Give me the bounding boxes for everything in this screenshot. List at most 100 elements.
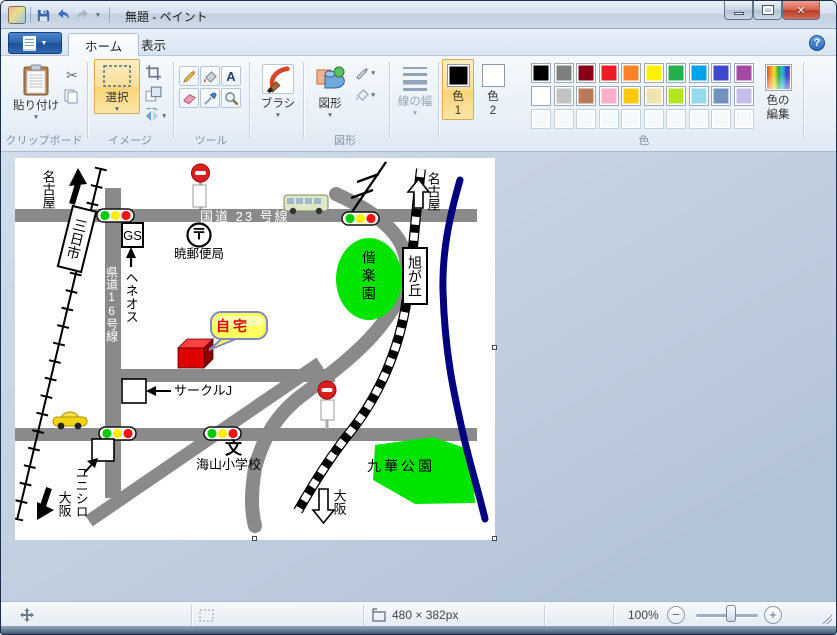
palette-swatch[interactable]	[666, 63, 686, 83]
palette-swatch[interactable]	[643, 86, 664, 106]
palette-swatch[interactable]	[711, 63, 731, 83]
palette-swatch[interactable]	[553, 86, 574, 106]
rotate-button[interactable]: ▼	[143, 108, 167, 124]
palette-swatch[interactable]	[643, 63, 664, 83]
line-width-button[interactable]: 線の幅 ▼	[393, 59, 437, 118]
palette-swatch[interactable]	[621, 86, 641, 106]
chevron-down-icon: ▼	[370, 91, 377, 99]
divider	[30, 7, 31, 23]
status-bar: 480 × 382px 100% − +	[1, 601, 836, 628]
zoom-out-button[interactable]: −	[667, 606, 685, 624]
divider	[249, 62, 250, 138]
palette-swatch[interactable]	[621, 63, 641, 83]
resize-button[interactable]	[145, 86, 162, 103]
copy-button[interactable]	[63, 88, 79, 104]
palette-swatch-empty[interactable]	[553, 109, 574, 129]
palette-swatch-empty[interactable]	[711, 109, 731, 129]
maximize-icon	[761, 5, 774, 15]
palette-swatch-empty[interactable]	[688, 109, 709, 129]
edit-colors-button[interactable]: 色の 編集	[755, 59, 801, 124]
shape-outline-button[interactable]: ▼	[355, 65, 376, 80]
chevron-down-icon: ▼	[326, 112, 334, 120]
plus-icon: +	[769, 607, 777, 622]
image-size-text: 480 × 382px	[392, 608, 459, 622]
eraser-tool[interactable]	[179, 88, 199, 108]
color1-button[interactable]: 色 1	[442, 59, 474, 120]
divider	[438, 62, 439, 138]
paint-app-icon[interactable]	[8, 6, 26, 24]
bus-stop-icon	[191, 163, 210, 209]
cut-button[interactable]: ✂	[63, 66, 81, 84]
chevron-down-icon: ▼	[32, 114, 40, 122]
resize-icon	[145, 86, 162, 102]
palette-swatch[interactable]	[666, 86, 686, 106]
palette-swatch[interactable]	[711, 86, 731, 106]
palette-swatch-empty[interactable]	[531, 109, 551, 129]
crop-button[interactable]	[145, 64, 162, 81]
shape-fill-button[interactable]: ▼	[355, 87, 376, 102]
divider	[389, 62, 390, 138]
palette-swatch[interactable]	[531, 63, 551, 83]
chevron-down-icon: ▼	[113, 106, 121, 114]
select-button[interactable]: 選択 ▼	[94, 59, 140, 115]
edit-colors-label-2: 編集	[766, 109, 790, 122]
home-cube-icon	[177, 338, 214, 369]
resize-grip[interactable]	[822, 614, 832, 624]
zoom-level-text: 100%	[628, 608, 659, 622]
circle-j-label: サークルJ	[174, 383, 233, 398]
palette-swatch[interactable]	[576, 63, 596, 83]
palette-swatch[interactable]	[576, 86, 596, 106]
palette-swatch-empty[interactable]	[733, 109, 754, 129]
zoom-slider-thumb[interactable]	[726, 605, 736, 622]
palette-swatch[interactable]	[733, 86, 754, 106]
paint-menu-button[interactable]: ▼	[8, 32, 62, 54]
image-size-icon	[371, 608, 387, 622]
color2-button[interactable]: 色 2	[477, 59, 509, 120]
drawing-canvas[interactable]: 国道 23 号線 県道16号線 名古屋 名古屋 大阪 大阪 三日市 旭が丘 偕楽…	[15, 158, 497, 541]
palette-row-2	[531, 86, 754, 106]
fill-tool[interactable]	[200, 66, 220, 86]
zoom-in-button[interactable]: +	[764, 606, 782, 624]
magnifier-tool[interactable]	[221, 88, 241, 108]
ribbon: 貼り付け ▼ ✂ クリップボード 選択 ▼ ▼ イメージ A ツール ブラシ ▼…	[1, 56, 836, 152]
pencil-tool[interactable]	[179, 66, 199, 86]
palette-swatch-empty[interactable]	[598, 109, 619, 129]
canvas-resize-handle-corner[interactable]	[492, 536, 497, 541]
palette-swatch[interactable]	[531, 86, 551, 106]
palette-swatch[interactable]	[598, 86, 619, 106]
palette-swatch-empty[interactable]	[643, 109, 664, 129]
shapes-button[interactable]: 図形 ▼	[309, 59, 351, 120]
brush-button[interactable]: ブラシ ▼	[255, 59, 301, 120]
canvas-resize-handle-bottom[interactable]	[252, 536, 257, 541]
palette-swatch-empty[interactable]	[576, 109, 596, 129]
help-button[interactable]: ?	[809, 35, 825, 51]
minimize-button[interactable]	[724, 1, 753, 20]
shapes-icon	[316, 66, 345, 89]
palette-swatch[interactable]	[688, 86, 709, 106]
color-picker-tool[interactable]	[200, 88, 220, 108]
traffic-light-icon	[96, 208, 135, 223]
save-icon[interactable]	[34, 6, 52, 24]
close-button[interactable]: ✕	[782, 1, 820, 20]
paint-window: ▼ 無題 - ペイント ✕ ▼ ホーム 表示 ? 貼り付け ▼ ✂ クリップボー…	[0, 0, 837, 635]
undo-icon[interactable]	[54, 6, 72, 24]
tab-view[interactable]: 表示	[125, 33, 182, 56]
titlebar[interactable]: ▼ 無題 - ペイント ✕	[1, 1, 836, 29]
palette-swatch[interactable]	[733, 63, 754, 83]
eraser-icon	[182, 93, 196, 105]
text-tool[interactable]: A	[221, 66, 241, 86]
palette-swatch[interactable]	[598, 63, 619, 83]
palette-swatch-empty[interactable]	[621, 109, 641, 129]
palette-swatch-empty[interactable]	[666, 109, 686, 129]
school-label: 海山小学校	[196, 457, 262, 472]
color2-label: 色	[487, 91, 499, 103]
palette-swatch[interactable]	[553, 63, 574, 83]
rainbow-palette-icon	[764, 64, 792, 91]
canvas-resize-handle-right[interactable]	[492, 345, 497, 350]
maximize-button[interactable]	[753, 1, 782, 20]
paste-button[interactable]: 貼り付け ▼	[11, 59, 61, 122]
palette-swatch[interactable]	[688, 63, 709, 83]
qat-dropdown-icon[interactable]: ▼	[92, 6, 104, 24]
select-label: 選択	[105, 92, 129, 104]
color2-number: 2	[489, 105, 497, 118]
